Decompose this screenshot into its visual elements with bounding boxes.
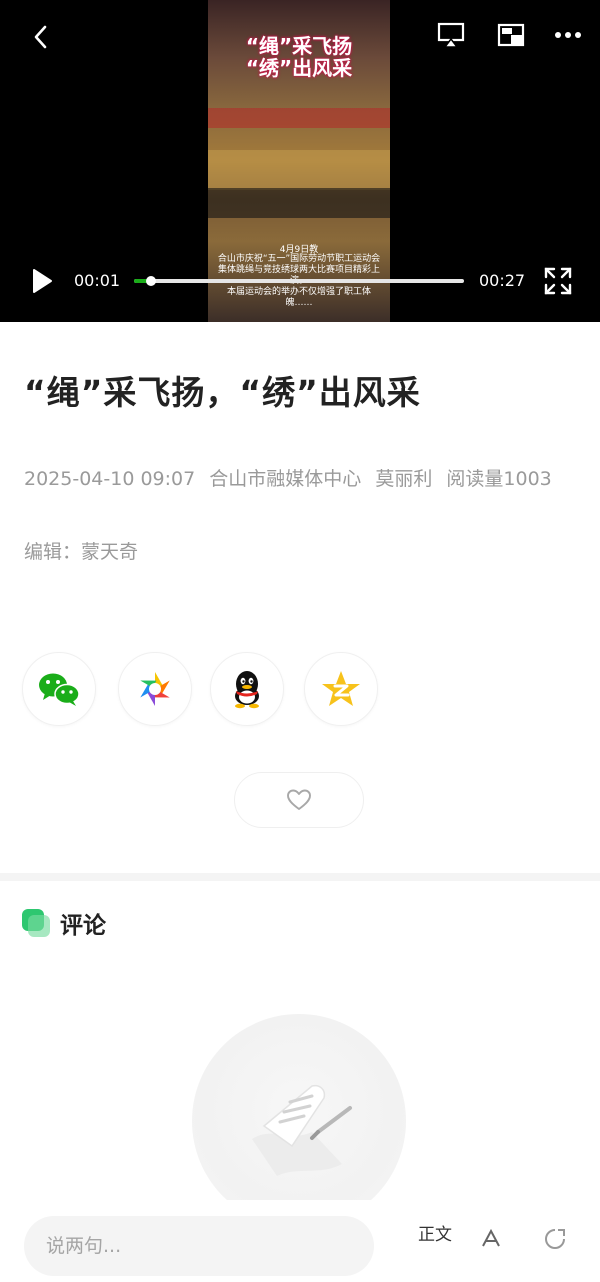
share-qq-button[interactable]	[210, 652, 284, 726]
share-moments-button[interactable]	[118, 652, 192, 726]
publish-date: 2025-04-10 09:07	[24, 468, 196, 490]
total-time: 00:27	[479, 271, 526, 290]
share-button[interactable]	[540, 1224, 570, 1254]
font-size-button[interactable]	[476, 1224, 506, 1254]
video-overlay-title-line2: “绣”出风采	[245, 56, 353, 80]
author-name: 莫丽利	[375, 468, 433, 490]
comments-title: 评论	[60, 913, 106, 939]
airplay-button[interactable]	[434, 18, 468, 52]
bottom-bar: 正文	[0, 1200, 600, 1282]
section-divider	[0, 873, 600, 881]
fullscreen-button[interactable]	[538, 262, 578, 300]
play-button[interactable]	[26, 264, 58, 298]
video-frame: “绳”采飞扬 “绣”出风采 4月9日教 合山市庆祝“五一”国际劳动节职工运动会 …	[208, 0, 390, 322]
progress-thumb[interactable]	[145, 276, 156, 286]
qq-icon	[235, 671, 259, 709]
qzone-icon	[322, 671, 360, 706]
share-row	[22, 652, 382, 728]
moments-icon	[140, 672, 170, 706]
text-size-button[interactable]: 正文	[418, 1220, 452, 1245]
play-icon	[33, 269, 52, 293]
picture-in-picture-button[interactable]	[494, 18, 528, 52]
empty-document-icon	[252, 1084, 352, 1176]
share-wechat-button[interactable]	[22, 652, 96, 726]
more-button[interactable]	[548, 20, 588, 50]
wechat-icon	[39, 673, 80, 706]
share-icon	[545, 1229, 565, 1249]
comments-header: 评论	[22, 906, 106, 940]
airplay-icon	[437, 22, 465, 48]
like-button[interactable]	[234, 772, 364, 828]
picture-in-picture-icon	[497, 23, 525, 47]
font-size-icon	[482, 1228, 500, 1247]
back-button[interactable]	[24, 20, 58, 54]
share-qzone-button[interactable]	[304, 652, 378, 726]
fullscreen-icon	[544, 267, 572, 295]
read-count: 阅读量1003	[446, 468, 552, 490]
source-name: 合山市融媒体中心	[209, 468, 362, 490]
chevron-left-icon	[34, 25, 47, 49]
heart-icon	[287, 789, 311, 810]
current-time: 00:01	[74, 271, 121, 290]
article-meta: 2025-04-10 09:07 合山市融媒体中心 莫丽利 阅读量1003	[24, 464, 552, 491]
article-title: “绳”采飞扬，“绣”出风采	[24, 373, 421, 412]
comments-marker-icon	[22, 909, 50, 937]
editor-line: 编辑：蒙天奇	[24, 541, 139, 563]
empty-comments-illustration	[192, 1014, 406, 1228]
more-dots-icon	[555, 32, 581, 38]
progress-bar[interactable]	[134, 276, 464, 286]
comment-input[interactable]	[24, 1216, 374, 1276]
video-player[interactable]: “绳”采飞扬 “绣”出风采 4月9日教 合山市庆祝“五一”国际劳动节职工运动会 …	[0, 0, 600, 322]
